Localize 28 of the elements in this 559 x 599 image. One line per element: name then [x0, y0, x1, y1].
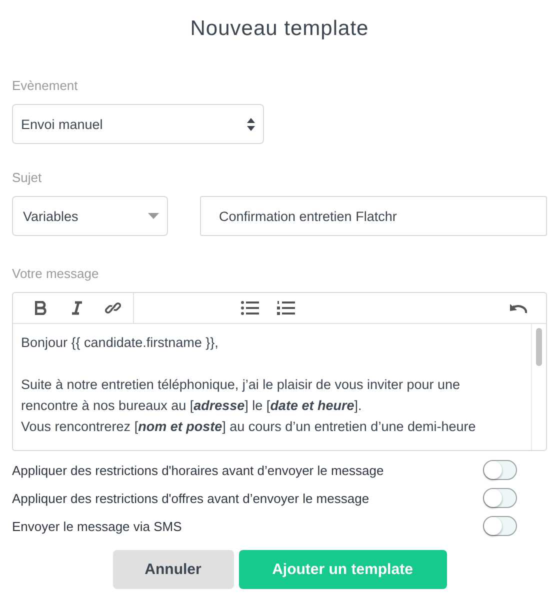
message-line: Vous rencontrerez [nom et poste] au cours d’un entretien d’une demi-heure — [21, 418, 477, 436]
numbered-list-icon[interactable] — [277, 301, 295, 315]
event-select[interactable]: Envoi manuel — [12, 104, 264, 144]
field-label: Sujet — [12, 170, 43, 185]
sort-arrows-icon — [247, 118, 255, 130]
cancel-button[interactable]: Annuler — [112, 550, 234, 589]
variables-dropdown[interactable]: Variables — [12, 196, 168, 236]
bullet-list-icon[interactable] — [241, 301, 259, 315]
undo-icon[interactable] — [509, 302, 527, 314]
toggle-switch[interactable] — [483, 516, 517, 536]
message-line: rencontre à nos bureaux au [adresse] le [date et heure]. — [21, 397, 363, 415]
option-label: Envoyer le message via SMS — [12, 518, 182, 534]
field-label: Votre message — [12, 266, 100, 281]
message-line: Bonjour {{ candidate.firstname }}, — [21, 334, 220, 352]
subject-field[interactable]: Confirmation entretien Flatchr — [200, 196, 547, 236]
message-line: Suite à notre entretien téléphonique, j’ai le plaisir de vous inviter pour une — [21, 376, 462, 394]
bold-icon[interactable] — [35, 301, 47, 315]
toggle-switch[interactable] — [483, 488, 517, 508]
option-label: Appliquer des restrictions d'horaires avant d’envoyer le message — [12, 462, 384, 478]
italic-icon[interactable] — [71, 301, 83, 315]
option-label: Appliquer des restrictions d'offres avant d’envoyer le message — [12, 490, 370, 506]
link-icon[interactable] — [105, 300, 121, 316]
caret-icon — [148, 213, 159, 219]
dialog-title: Nouveau template — [189, 16, 370, 42]
toggle-switch[interactable] — [483, 460, 517, 480]
scrollbar-thumb[interactable] — [536, 328, 542, 366]
message-editor[interactable] — [12, 292, 547, 451]
field-label: Evènement — [12, 78, 79, 93]
